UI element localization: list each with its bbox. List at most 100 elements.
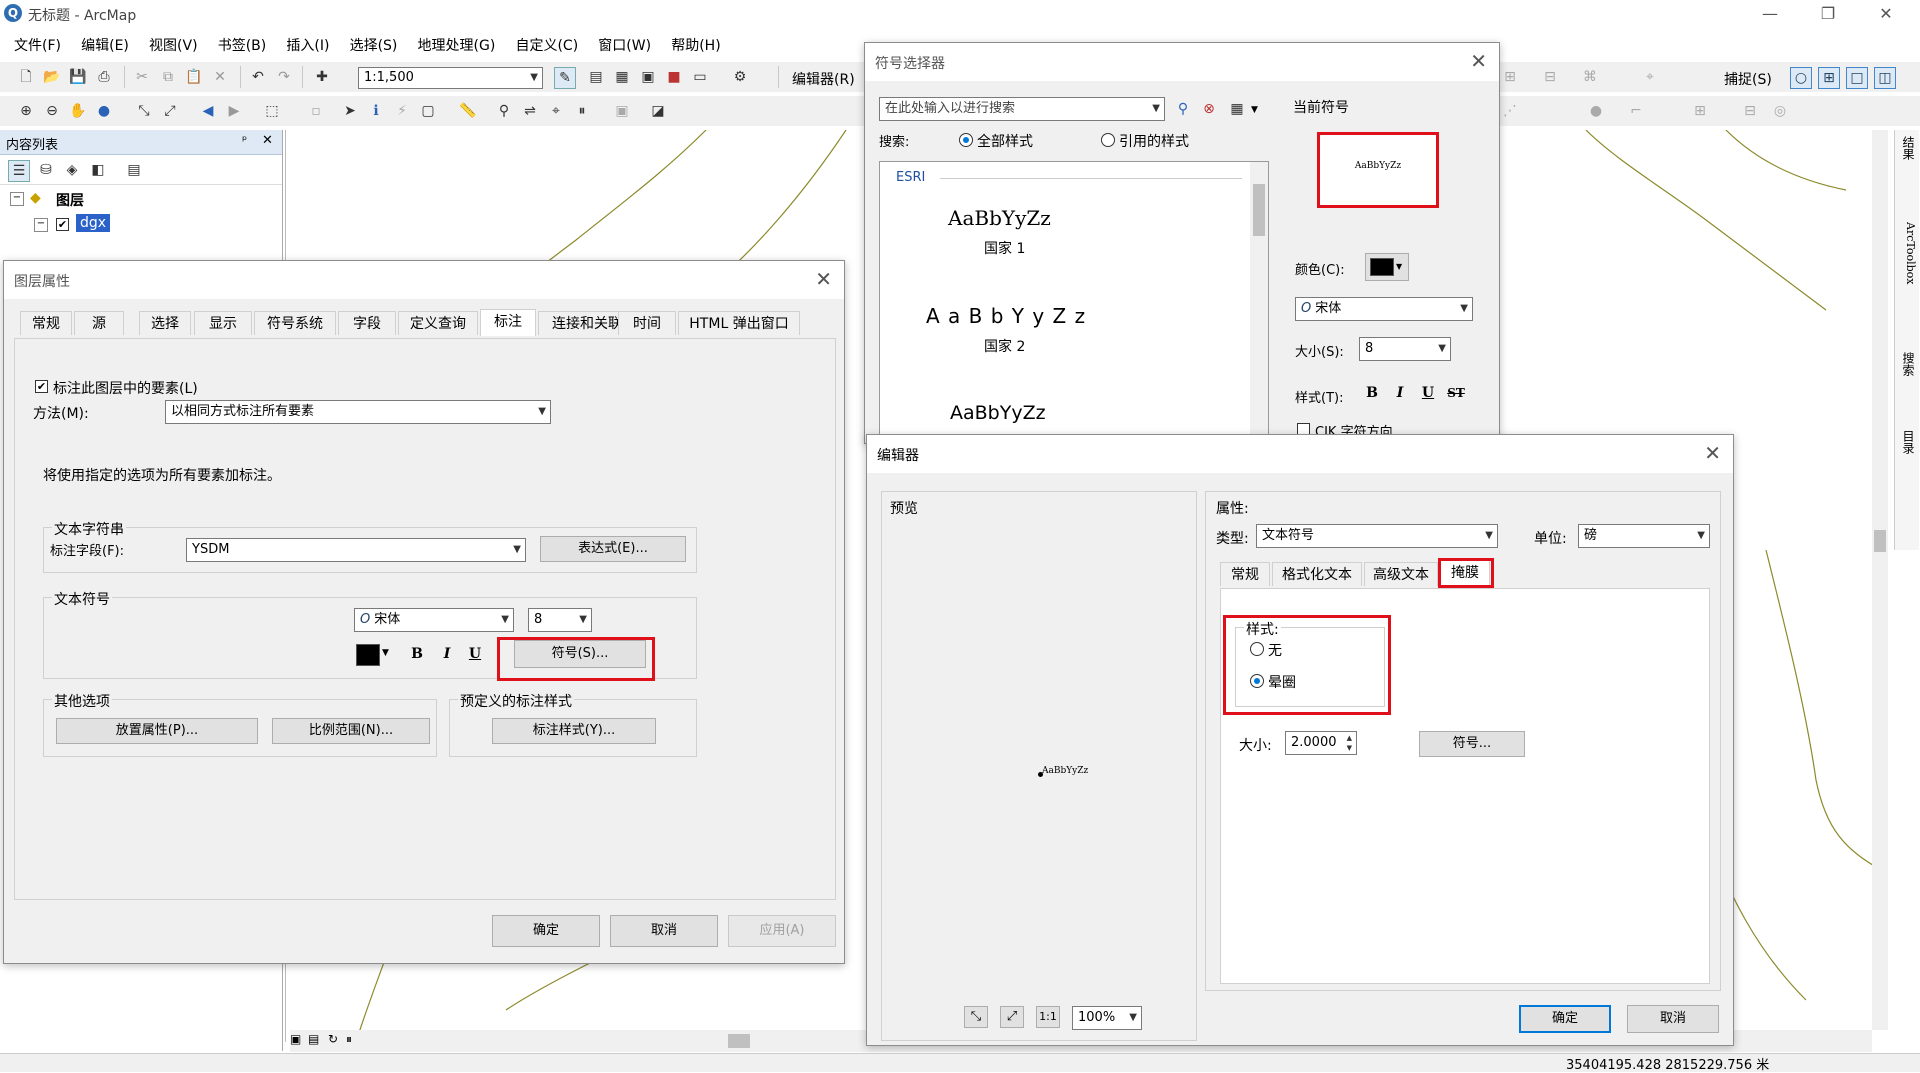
restore-button[interactable]: ❐ [1808, 2, 1848, 26]
list-by-selection-icon[interactable]: ◧ [88, 160, 108, 180]
vertical-scroll-thumb[interactable] [1874, 530, 1886, 552]
symbol-bold-button[interactable]: B [1361, 383, 1383, 403]
generalize-icon[interactable]: ◎ [1770, 101, 1790, 121]
overview-icon[interactable]: ◪ [648, 101, 668, 121]
copy-icon[interactable]: ⧉ [158, 67, 178, 87]
mask-symbol-button[interactable]: 符号... [1419, 731, 1525, 757]
underline-button[interactable]: U [464, 644, 486, 664]
search-all-styles-radio[interactable] [959, 133, 973, 147]
placement-properties-button[interactable]: 放置属性(P)... [56, 718, 258, 744]
trim-icon[interactable]: ⊟ [1740, 101, 1760, 121]
tab-editor-general[interactable]: 常规 [1220, 562, 1270, 586]
preview-zoom-select[interactable]: 100% ▼ [1072, 1006, 1142, 1030]
zoom-out-icon[interactable]: ⊖ [42, 101, 62, 121]
edge-snap-icon[interactable]: ◫ [1874, 67, 1896, 89]
layer-properties-close-icon[interactable]: ✕ [815, 267, 832, 291]
preview-zoom-out-icon[interactable]: ⤢ [1000, 1006, 1024, 1028]
list-by-drawing-order-icon[interactable]: ☰ [8, 160, 30, 182]
italic-button[interactable]: I [436, 644, 458, 664]
tab-fields[interactable]: 字段 [338, 311, 396, 335]
symbol-list[interactable]: ESRI AaBbYyZz 国家 1 A a B b Y y Z z 国家 2 … [879, 161, 1269, 443]
type-select[interactable]: 文本符号 ▼ [1256, 524, 1498, 548]
menu-file[interactable]: 文件(F) [14, 34, 61, 58]
symbol-item-country2[interactable]: A a B b Y y Z z 国家 2 [920, 304, 1240, 370]
refresh-icon[interactable]: ↻ [328, 1032, 338, 1046]
fillet-icon[interactable]: ⌐ [1626, 101, 1646, 121]
menu-edit[interactable]: 编辑(E) [81, 34, 129, 58]
georef-icon[interactable]: ⊟ [1540, 67, 1560, 87]
identify-icon[interactable]: ℹ [366, 101, 386, 121]
tab-general[interactable]: 常规 [20, 311, 72, 335]
layer-name-dgx[interactable]: dgx [76, 214, 111, 232]
search-icon[interactable]: ⚲ [1173, 99, 1193, 119]
snap-globe-icon[interactable]: ● [1586, 101, 1606, 121]
view-options-icon[interactable]: ▦ [1227, 99, 1247, 119]
end-snap-icon[interactable]: ⊞ [1818, 67, 1840, 89]
back-arrow-icon[interactable]: ◀ [198, 101, 218, 121]
extend-icon[interactable]: ⊞ [1690, 101, 1710, 121]
font-select[interactable]: O 宋体 ▼ [354, 608, 514, 632]
tab-selection[interactable]: 选择 [139, 311, 191, 335]
create-viewer-icon[interactable]: ▣ [612, 101, 632, 121]
symbol-list-scrollbar[interactable] [1250, 162, 1268, 442]
clear-search-icon[interactable]: ⊗ [1199, 99, 1219, 119]
redo-icon[interactable]: ↷ [274, 67, 294, 87]
mask-size-input[interactable]: 2.0000 ▲ ▼ [1285, 731, 1357, 755]
map-vertical-scrollbar[interactable] [1872, 130, 1888, 1030]
close-window-button[interactable]: ✕ [1866, 2, 1906, 26]
forward-arrow-icon[interactable]: ▶ [224, 101, 244, 121]
side-tab-arctoolbox[interactable]: ArcToolbox [1897, 222, 1917, 284]
search-window-icon[interactable]: ▣ [638, 67, 658, 87]
layer-apply-button[interactable]: 应用(A) [728, 915, 836, 947]
clear-selection-icon[interactable]: ▫ [306, 101, 326, 121]
unit-select[interactable]: 磅 ▼ [1578, 524, 1710, 548]
side-tab-catalog[interactable]: 目录 [1897, 430, 1917, 454]
preview-zoom-in-icon[interactable]: ⤡ [964, 1006, 988, 1028]
cut-icon[interactable]: ✂ [132, 67, 152, 87]
view-options-dropdown-icon[interactable]: ▼ [1251, 105, 1258, 115]
layers-label[interactable]: 图层 [56, 190, 84, 210]
symbol-size-select[interactable]: 8 ▼ [1359, 337, 1451, 361]
symbol-underline-button[interactable]: U [1417, 383, 1439, 403]
menu-insert[interactable]: 插入(I) [286, 34, 329, 58]
add-data-icon[interactable]: ✚ [312, 67, 332, 87]
print-icon[interactable]: ⎙ [94, 67, 114, 87]
horizontal-scroll-thumb[interactable] [728, 1034, 750, 1048]
tab-symbology[interactable]: 符号系统 [254, 311, 336, 335]
new-document-icon[interactable]: 🗋 [16, 67, 36, 87]
menu-geoprocessing[interactable]: 地理处理(G) [418, 34, 496, 58]
zoom-in-icon[interactable]: ⊕ [16, 101, 36, 121]
find-binoculars-icon[interactable]: ⚲ [494, 101, 514, 121]
tab-html-popup[interactable]: HTML 弹出窗口 [678, 311, 800, 335]
symbol-item-country1[interactable]: AaBbYyZz 国家 1 [920, 206, 1240, 272]
tab-labels[interactable]: 标注 [480, 309, 536, 336]
collapse-layers-icon[interactable]: − [10, 192, 24, 206]
size-select[interactable]: 8 ▼ [528, 608, 592, 632]
collapse-layer-icon[interactable]: − [34, 218, 48, 232]
fixed-zoom-out-icon[interactable]: ⤢ [160, 101, 180, 121]
vertex-snap-icon[interactable]: □ [1846, 67, 1868, 89]
layer-visibility-checkbox[interactable]: ✔ [56, 218, 69, 231]
editor-cancel-button[interactable]: 取消 [1627, 1005, 1719, 1033]
menu-windows[interactable]: 窗口(W) [598, 34, 651, 58]
expression-button[interactable]: 表达式(E)... [540, 536, 686, 562]
hyperlink-icon[interactable]: ⚡ [392, 101, 412, 121]
method-select[interactable]: 以相同方式标注所有要素 ▼ [165, 400, 551, 424]
pin-icon[interactable]: ᵖ [242, 133, 247, 147]
snapping-menu-label[interactable]: 捕捉(S) [1724, 69, 1772, 89]
bold-button[interactable]: B [406, 644, 428, 664]
paste-icon[interactable]: 📋 [184, 67, 204, 87]
options-icon[interactable]: ▤ [124, 160, 144, 180]
open-folder-icon[interactable]: 📂 [42, 67, 62, 87]
menu-bookmarks[interactable]: 书签(B) [218, 34, 267, 58]
tab-time[interactable]: 时间 [618, 311, 676, 335]
time-slider-icon[interactable]: ⏸ [572, 101, 592, 121]
fixed-zoom-in-icon[interactable]: ⤡ [134, 101, 154, 121]
label-features-checkbox[interactable]: ✔ [35, 380, 48, 393]
tab-advanced-text[interactable]: 高级文本 [1364, 562, 1438, 586]
catalog-window-icon[interactable]: ▦ [612, 67, 632, 87]
side-tab-search[interactable]: 搜索 [1897, 352, 1917, 376]
editor-toolbar-icon[interactable]: ✎ [554, 67, 576, 89]
editor-ok-button[interactable]: 确定 [1519, 1005, 1611, 1033]
point-snap-icon[interactable]: ○ [1790, 67, 1812, 89]
